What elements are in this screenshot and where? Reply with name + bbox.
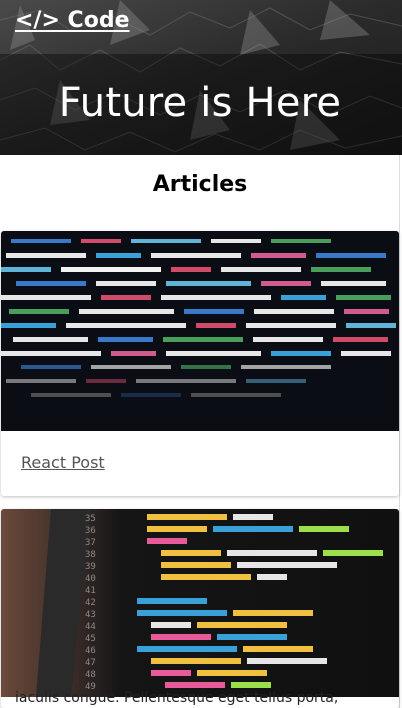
svg-text:46: 46 (85, 646, 96, 656)
svg-text:36: 36 (85, 526, 96, 536)
article-link[interactable]: React Post (21, 453, 105, 472)
svg-text:38: 38 (85, 550, 96, 560)
svg-text:48: 48 (85, 670, 96, 680)
section-title: Articles (152, 172, 248, 197)
article-image (1, 231, 399, 431)
svg-text:40: 40 (85, 574, 96, 584)
article-excerpt: iaculis congue. Pellentesque eget tellus… (15, 690, 339, 706)
svg-text:41: 41 (85, 586, 96, 596)
svg-text:42: 42 (85, 598, 96, 608)
page-divider (399, 155, 400, 708)
svg-text:47: 47 (85, 658, 96, 668)
svg-text:37: 37 (85, 538, 96, 548)
brand-logo-link[interactable]: </> Code (15, 8, 130, 33)
hero-title: Future is Here (58, 80, 342, 126)
svg-text:45: 45 (85, 634, 96, 644)
svg-text:44: 44 (85, 622, 96, 632)
article-card: 35 36 37 38 39 40 41 42 43 44 45 46 47 48 49 (1, 509, 399, 708)
svg-text:43: 43 (85, 610, 96, 620)
article-card: React Post (1, 231, 399, 496)
hero-header: </> Code Future is Here (0, 0, 402, 155)
svg-text:39: 39 (85, 562, 96, 572)
article-image: 353637 383940 414243 444546 474849 (1, 509, 399, 697)
svg-text:35: 35 (85, 514, 96, 524)
